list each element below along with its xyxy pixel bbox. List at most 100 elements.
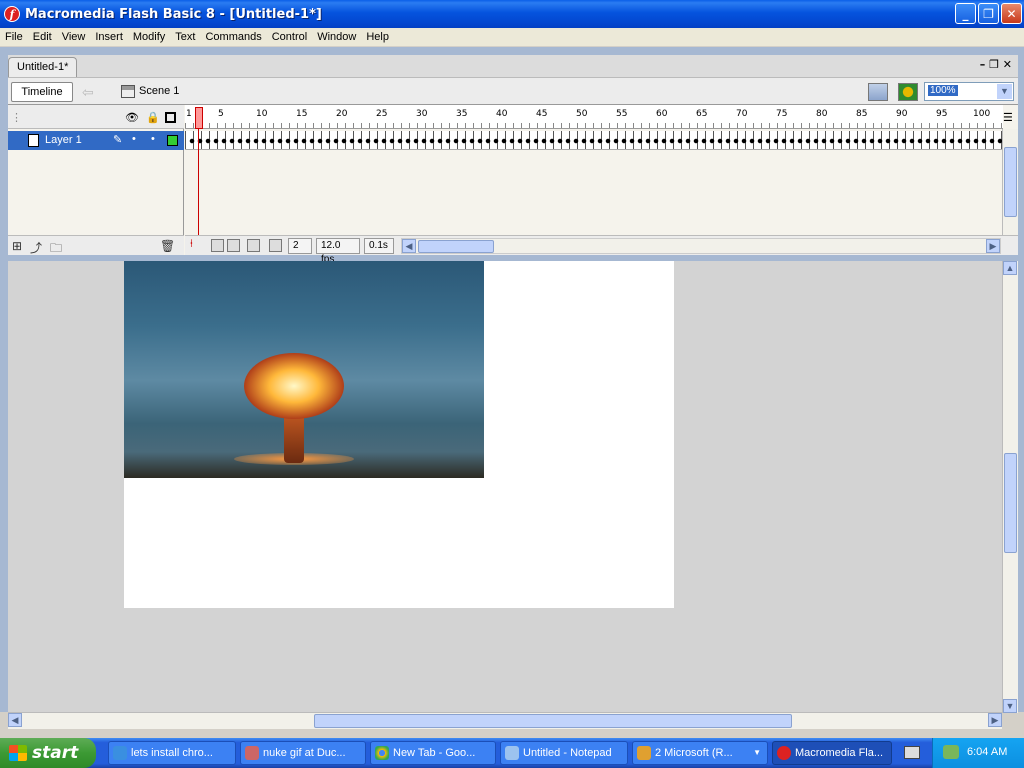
layer-footer: ⊞ ⤴ 🗀 🗑 — [8, 235, 184, 255]
edit-scene-icon[interactable] — [868, 83, 888, 101]
scroll-right-icon[interactable]: ▶ — [986, 239, 1000, 253]
edit-symbols-icon[interactable] — [898, 83, 918, 101]
layer-name[interactable]: Layer 1 — [45, 134, 82, 146]
ruler-label: 1 — [186, 109, 192, 119]
scene-label[interactable]: Scene 1 — [139, 85, 179, 97]
timeline-menu-icon[interactable]: ☰ — [1003, 111, 1013, 124]
start-button[interactable]: start — [0, 738, 96, 768]
frame-rate-field[interactable]: 12.0 fps — [316, 238, 360, 265]
mushroom-cloud — [244, 353, 344, 419]
scroll-up-icon[interactable]: ▲ — [1003, 261, 1017, 275]
stage-vertical-scrollbar[interactable]: ▲ ▼ — [1002, 261, 1018, 713]
ruler-label: 95 — [936, 109, 948, 119]
keyframe-dots — [188, 138, 1003, 144]
onion-skin-outlines-icon[interactable] — [227, 239, 240, 252]
onion-skin-icon[interactable] — [211, 239, 224, 252]
zoom-select[interactable]: 100% ▼ — [924, 82, 1014, 101]
taskbar-item-active[interactable]: Macromedia Fla... — [772, 741, 892, 765]
pasteboard[interactable] — [8, 261, 1002, 713]
ruler-label: 80 — [816, 109, 828, 119]
timeline-vertical-scrollbar[interactable] — [1002, 129, 1018, 235]
outline-color-icon[interactable] — [167, 135, 178, 146]
visibility-dot-icon[interactable]: • — [132, 133, 136, 145]
frame-ruler[interactable]: 1 5 10 15 20 25 30 35 40 45 50 55 60 65 … — [185, 105, 1003, 129]
network-icon[interactable] — [943, 745, 959, 759]
back-arrow-icon[interactable]: ⇦ — [82, 84, 94, 101]
ruler-label: 45 — [536, 109, 548, 119]
insert-folder-icon[interactable]: 🗀 — [50, 239, 62, 260]
document-tab-bar — [8, 55, 1018, 77]
layer-row[interactable]: Layer 1 ✎ • • — [8, 131, 184, 150]
menu-edit[interactable]: Edit — [28, 28, 57, 47]
taskbar-item-label: New Tab - Goo... — [393, 747, 476, 759]
menu-control[interactable]: Control — [267, 28, 312, 47]
insert-layer-icon[interactable]: ⊞ — [12, 239, 22, 253]
menu-bar: File Edit View Insert Modify Text Comman… — [0, 28, 1024, 47]
scroll-thumb[interactable] — [1004, 453, 1017, 553]
notepad-icon — [505, 746, 519, 760]
eye-icon[interactable]: 👁 — [125, 111, 139, 124]
window-title: Macromedia Flash Basic 8 - [Untitled-1*] — [25, 6, 322, 22]
scroll-down-icon[interactable]: ▼ — [1003, 699, 1017, 713]
lock-dot-icon[interactable]: • — [151, 133, 155, 145]
close-icon[interactable]: ✕ — [1001, 3, 1022, 24]
restore-icon[interactable]: ❐ — [978, 3, 999, 24]
outline-square-icon[interactable] — [165, 112, 176, 123]
playhead[interactable] — [195, 107, 203, 129]
taskbar: start lets install chro... nuke gif at D… — [0, 738, 1024, 768]
ruler-label: 25 — [376, 109, 388, 119]
scene-clapper-icon — [121, 85, 135, 98]
menu-view[interactable]: View — [57, 28, 91, 47]
taskbar-item-label: lets install chro... — [131, 747, 213, 759]
taskbar-item-label: Macromedia Fla... — [795, 747, 884, 759]
document-window-controls[interactable]: – ❐ ✕ — [980, 58, 1012, 71]
taskbar-item[interactable]: Untitled - Notepad — [500, 741, 628, 765]
explosion-image[interactable] — [124, 261, 484, 478]
taskbar-item[interactable]: 2 Microsoft (R... ▼ — [632, 741, 768, 765]
scroll-left-icon[interactable]: ◀ — [402, 239, 416, 253]
scroll-thumb[interactable] — [418, 240, 494, 253]
menu-commands[interactable]: Commands — [200, 28, 266, 47]
ruler-label: 70 — [736, 109, 748, 119]
menu-help[interactable]: Help — [361, 28, 394, 47]
modify-onion-markers-icon[interactable] — [269, 239, 282, 252]
menu-insert[interactable]: Insert — [90, 28, 128, 47]
scroll-right-icon[interactable]: ▶ — [988, 713, 1002, 727]
scroll-thumb[interactable] — [314, 714, 792, 728]
keyboard-icon[interactable] — [904, 746, 920, 759]
timeline-panel: ⋮ 👁 🔒 Layer 1 ✎ • • ⊞ ⤴ 🗀 🗑 1 5 10 15 20 — [8, 105, 1018, 265]
clock[interactable]: 6:04 AM — [967, 746, 1007, 758]
stage[interactable] — [124, 261, 674, 608]
timeline-horizontal-scrollbar[interactable]: ◀ ▶ — [401, 238, 1001, 254]
browser-icon — [245, 746, 259, 760]
menu-window[interactable]: Window — [312, 28, 361, 47]
stage-horizontal-scrollbar[interactable]: ◀ ▶ — [8, 712, 1002, 729]
layer-header: ⋮ 👁 🔒 — [8, 105, 184, 129]
taskbar-item[interactable]: lets install chro... — [108, 741, 236, 765]
trash-icon[interactable]: 🗑 — [160, 239, 175, 253]
system-tray: 6:04 AM — [932, 738, 1024, 768]
frame-area: 1 5 10 15 20 25 30 35 40 45 50 55 60 65 … — [185, 105, 1018, 265]
title-bar: f Macromedia Flash Basic 8 - [Untitled-1… — [0, 0, 1024, 28]
edit-multiple-frames-icon[interactable] — [247, 239, 260, 252]
taskbar-item[interactable]: nuke gif at Duc... — [240, 741, 366, 765]
ruler-label: 35 — [456, 109, 468, 119]
drag-handle-icon[interactable]: ⋮ — [11, 111, 22, 124]
pencil-icon: ✎ — [113, 134, 123, 146]
menu-text[interactable]: Text — [170, 28, 200, 47]
taskbar-item[interactable]: New Tab - Goo... — [370, 741, 496, 765]
center-frame-icon[interactable]: ⍿ — [190, 238, 193, 251]
add-motion-guide-icon[interactable]: ⤴ — [30, 239, 42, 256]
menu-modify[interactable]: Modify — [128, 28, 170, 47]
document-tab[interactable]: Untitled-1* — [8, 57, 78, 77]
chevron-down-icon[interactable]: ▼ — [997, 84, 1012, 99]
start-label: start — [32, 743, 79, 763]
flash-app-icon[interactable]: f — [4, 6, 20, 22]
timeline-toggle-button[interactable]: Timeline — [11, 82, 73, 102]
menu-file[interactable]: File — [0, 28, 28, 47]
minimize-icon[interactable]: _ — [955, 3, 976, 24]
scroll-thumb[interactable] — [1004, 147, 1017, 217]
playhead-line — [198, 129, 199, 235]
lock-icon[interactable]: 🔒 — [146, 111, 160, 124]
scroll-left-icon[interactable]: ◀ — [8, 713, 22, 727]
